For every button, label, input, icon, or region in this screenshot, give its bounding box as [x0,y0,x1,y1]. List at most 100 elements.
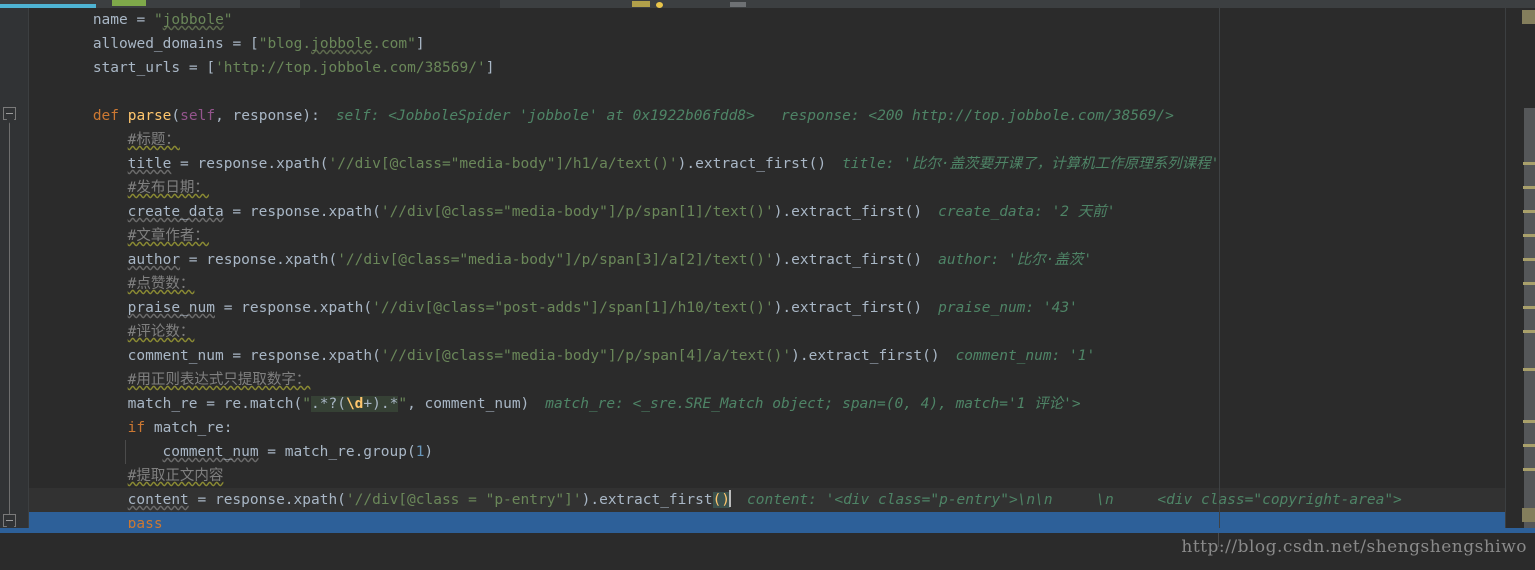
code-token: allowed_domains [92,36,233,52]
code-line[interactable]: praise_num = response.xpath('//div[@clas… [29,296,1078,320]
stripe-warning-mark[interactable] [1523,368,1535,371]
stripe-block-top[interactable] [1522,10,1535,24]
code-token: .com" [372,36,416,52]
code-line-text: match_re = re.match(".*?(\d+).*", commen… [29,396,529,412]
code-token: #文章作者： [127,228,209,244]
stripe-warning-mark[interactable] [1523,258,1535,261]
code-line-text: #点赞数： [29,276,195,292]
stripe-warning-mark[interactable] [1523,282,1535,285]
code-line[interactable]: name = "jobbole" [29,8,233,32]
editor-tab-strip[interactable] [0,0,1535,8]
tool-window-header[interactable] [300,0,746,8]
code-token: if [127,420,154,436]
code-fold-rail [9,120,10,514]
inline-debug-value: content: '<div class="p-entry">\n\n \n <… [747,492,1402,508]
code-token: ] [415,36,425,52]
code-line[interactable]: author = response.xpath('//div[@class="m… [29,248,1092,272]
stripe-warning-mark[interactable] [1523,468,1535,471]
stripe-warning-mark[interactable] [1523,330,1535,333]
vertical-scrollbar-thumb[interactable] [1524,108,1535,542]
code-token: = response.xpath( [214,300,373,316]
code-line[interactable]: #标题： [29,128,180,152]
code-line-text: #文章作者： [29,228,209,244]
code-token: parse [127,108,172,124]
stripe-warning-mark[interactable] [1523,444,1535,447]
code-line[interactable]: create_data = response.xpath('//div[@cla… [29,200,1116,224]
code-token: = [ [232,36,259,52]
code-token: '//div[@class="media-body"]/p/span[4]/a/… [380,348,792,364]
code-line-text: comment_num = response.xpath('//div[@cla… [29,348,940,364]
code-token: +).* [363,396,399,412]
code-line[interactable]: #点赞数： [29,272,195,296]
stripe-warning-mark[interactable] [1523,162,1535,165]
right-margin-guide [1219,8,1220,542]
code-token: = [136,12,154,28]
code-token: = [ [188,60,216,76]
stripe-warning-mark[interactable] [1523,210,1535,213]
run-icon-green[interactable] [112,0,146,6]
stripe-warning-mark[interactable] [1523,234,1535,237]
inline-debug-value: praise_num: '43' [938,300,1078,316]
code-token: #标题： [127,132,180,148]
code-line[interactable]: match_re = re.match(".*?(\d+).*", commen… [29,392,1081,416]
code-line[interactable]: start_urls = ['http://top.jobbole.com/38… [29,56,495,80]
stripe-warning-mark[interactable] [1523,306,1535,309]
code-token: #用正则表达式只提取数字： [127,372,311,388]
code-token: jobbole [162,12,224,28]
fold-marker-pass[interactable] [3,514,16,531]
code-line[interactable]: #评论数： [29,320,195,344]
code-line[interactable]: def parse(self, response): self: <Jobbole… [29,104,1174,128]
code-token: ).extract_first [581,492,713,508]
code-line[interactable]: allowed_domains = ["blog.jobbole.com"] [29,32,425,56]
inline-debug-value: title: '比尔·盖茨要开课了，计算机工作原理系列课程' [842,156,1220,172]
code-line[interactable]: #提取正文内容 [29,464,224,488]
code-token: #发布日期： [127,180,209,196]
fold-marker-def-parse[interactable] [3,107,16,124]
stripe-warning-mark[interactable] [1523,420,1535,423]
code-token: () [712,492,731,508]
code-line[interactable]: comment_num = response.xpath('//div[@cla… [29,344,1096,368]
stripe-block-bottom[interactable] [1522,508,1535,522]
code-line[interactable]: comment_num = match_re.group(1) [29,440,434,464]
code-line-text: author = response.xpath('//div[@class="m… [29,252,922,268]
code-line[interactable]: if match_re: [29,416,233,440]
code-token: title [127,156,172,172]
code-token: ) [424,444,434,460]
code-line[interactable]: #文章作者： [29,224,209,248]
code-line-text: comment_num = match_re.group(1) [29,444,434,460]
editor-left-gutter[interactable] [0,8,28,542]
code-line[interactable]: content = response.xpath('//div[@class =… [29,488,1402,512]
code-token: match_re: [153,420,233,436]
code-line[interactable]: #发布日期： [29,176,209,200]
code-token: #提取正文内容 [127,468,224,484]
code-token: '//div[@class="media-body"]/p/span[3]/a[… [337,252,774,268]
code-line-text: if match_re: [29,420,233,436]
stripe-warning-mark[interactable] [1523,186,1535,189]
warning-icon-yellow[interactable] [632,1,650,7]
inline-debug-value: self: <JobboleSpider 'jobbole' at 0x1922… [335,108,1174,124]
code-token: 'http://top.jobbole.com/38569/' [215,60,486,76]
tool-icon-grey[interactable] [730,2,746,7]
code-token: = response.xpath( [171,156,329,172]
code-line-text: #评论数： [29,324,195,340]
code-token: '//div[@class="post-adds"]/span[1]/h10/t… [372,300,774,316]
code-token: start_urls [92,60,189,76]
code-token: " [153,12,163,28]
pycharm-editor-window: name = "jobbole" allowed_domains = ["blog… [0,0,1535,570]
code-line-text: title = response.xpath('//div[@class="me… [29,156,826,172]
code-line-text: #标题： [29,132,180,148]
code-line-text: name = "jobbole" [29,12,233,28]
code-editor-area[interactable]: name = "jobbole" allowed_domains = ["blog… [29,8,1505,542]
code-token: name [92,12,137,28]
code-token: " [302,396,312,412]
code-token: '//div[@class = "p-entry"]' [345,492,582,508]
code-token: '//div[@class="media-body"]/p/span[1]/te… [380,204,774,220]
code-token: content [127,492,189,508]
code-line[interactable] [29,80,58,104]
code-line[interactable]: #用正则表达式只提取数字： [29,368,311,392]
error-stripe-gutter[interactable] [1505,8,1535,542]
code-token: .*?( [311,396,346,412]
code-line[interactable]: title = response.xpath('//div[@class="me… [29,152,1220,176]
code-token: \d [345,396,364,412]
text-caret [729,490,732,507]
